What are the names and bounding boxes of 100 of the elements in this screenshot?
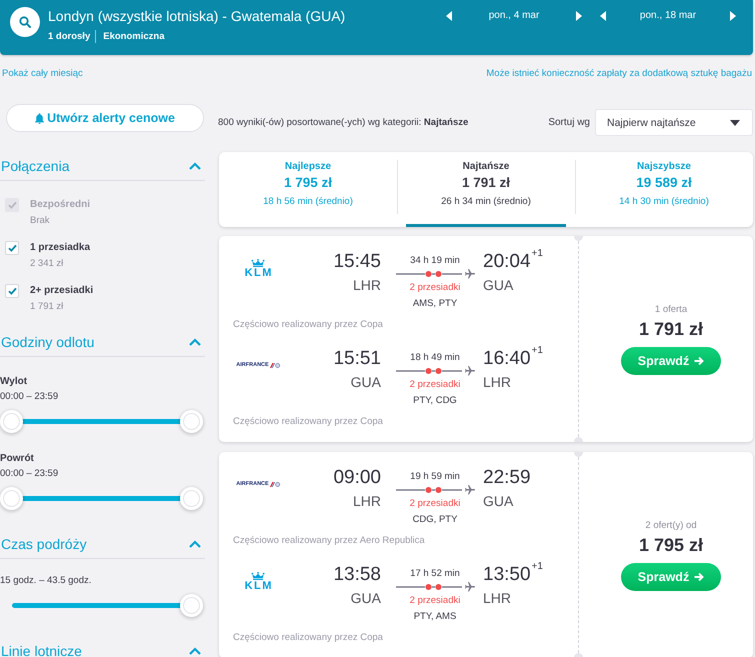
slider-thumb[interactable] bbox=[0, 487, 23, 510]
slider-range: 00:00 – 23:59 bbox=[0, 390, 58, 404]
slider-thumb[interactable] bbox=[0, 410, 23, 433]
slider-thumb[interactable] bbox=[180, 487, 203, 510]
price-alert-button[interactable]: Utwórz alerty cenowe bbox=[6, 104, 204, 132]
arrival-time: 20:04 bbox=[483, 251, 531, 273]
range-slider[interactable] bbox=[0, 487, 203, 510]
slider-thumb[interactable] bbox=[180, 410, 203, 433]
flight-duration: 17 h 52 min bbox=[410, 568, 460, 580]
check-icon bbox=[8, 287, 16, 295]
results-summary: 800 wyniki(-ów) posortowane(-ych) wg kategorii: Najtańsze bbox=[218, 117, 468, 128]
departure-time: 15:45 bbox=[333, 251, 381, 273]
sort-dropdown[interactable]: Najpierw najtańsze bbox=[595, 109, 753, 136]
arrival-time: 22:59 bbox=[483, 467, 531, 489]
operator-note: Częściowo realizowany przez Copa bbox=[233, 416, 383, 428]
day-offset: +1 bbox=[532, 249, 543, 259]
operator-note: Częściowo realizowany przez Copa bbox=[233, 319, 383, 331]
offer-count: 2 ofert(y) od bbox=[645, 520, 697, 532]
stops-count: 2 przesiadki bbox=[410, 282, 460, 294]
month-link[interactable]: Pokaż cały miesiąc bbox=[2, 68, 83, 80]
layover-airports: CDG, PTY bbox=[412, 514, 458, 526]
plane-icon bbox=[464, 366, 474, 376]
route-title: Londyn (wszystkie lotniska) - Gwatemala (GUA) bbox=[48, 7, 346, 25]
day-offset: +1 bbox=[532, 562, 543, 572]
stripes-emblem-icon bbox=[270, 362, 280, 368]
search-button[interactable] bbox=[10, 7, 40, 37]
plane-icon bbox=[464, 485, 474, 495]
departure-time: 15:51 bbox=[333, 348, 381, 370]
range-slider[interactable] bbox=[0, 410, 203, 433]
chevron-up-icon[interactable] bbox=[189, 646, 201, 654]
plane-icon bbox=[464, 269, 474, 279]
check-offer-button[interactable]: Sprawdź bbox=[621, 562, 721, 590]
layover-airports: AMS, PTY bbox=[412, 298, 458, 310]
chevron-up-icon[interactable] bbox=[189, 338, 201, 346]
airline-logo-text: KLM bbox=[244, 580, 273, 590]
departure-airport: GUA bbox=[350, 374, 381, 390]
baggage-fee-link[interactable]: Może istnieć konieczność zapłaty za dodatkową sztukę bagażu bbox=[486, 68, 752, 80]
arrow-right-icon bbox=[694, 356, 704, 366]
filter-option-label: 2+ przesiadki bbox=[30, 284, 94, 298]
operator-note: Częściowo realizowany przez Copa bbox=[233, 632, 383, 644]
filter-section-title: Godziny odlotu bbox=[1, 332, 94, 350]
checkbox[interactable] bbox=[5, 284, 19, 298]
filter-section-title: Linie lotnicze bbox=[1, 642, 82, 657]
route-line-icon bbox=[396, 270, 462, 278]
checkbox[interactable] bbox=[5, 241, 19, 255]
plane-icon bbox=[464, 582, 474, 592]
day-offset: +1 bbox=[532, 346, 543, 356]
filter-option-price: 1 791 zł bbox=[30, 300, 64, 314]
route-line-icon bbox=[396, 486, 462, 494]
departure-time: 13:58 bbox=[333, 564, 381, 586]
flight-duration: 34 h 19 min bbox=[410, 255, 460, 267]
offer-price: 1 795 zł bbox=[638, 534, 704, 556]
stops-count: 2 przesiadki bbox=[410, 379, 460, 391]
route-line-icon bbox=[396, 583, 462, 591]
crown-icon bbox=[251, 572, 265, 580]
check-icon bbox=[8, 244, 16, 252]
arrival-airport: LHR bbox=[483, 590, 512, 606]
slider-range: 15 godz. – 43.5 godz. bbox=[0, 574, 92, 588]
filter-section-title: Połączenia bbox=[1, 156, 70, 174]
stops-count: 2 przesiadki bbox=[410, 595, 460, 607]
slider-thumb[interactable] bbox=[180, 594, 203, 617]
caret-down-icon bbox=[730, 120, 740, 126]
arrival-airport: GUA bbox=[483, 277, 514, 293]
slider-label: Powrót bbox=[0, 452, 34, 466]
arrival-time: 13:50 bbox=[483, 564, 531, 586]
departure-airport: LHR bbox=[352, 277, 381, 293]
notch-icon bbox=[574, 452, 583, 457]
departure-time: 09:00 bbox=[333, 467, 381, 489]
filter-option-price: Brak bbox=[30, 214, 50, 228]
sort-tab[interactable]: Najtańsze 1 791 zł 26 h 34 min (średnio) bbox=[397, 152, 575, 227]
operator-note: Częściowo realizowany przez Aero Republica bbox=[233, 535, 425, 547]
caret-right-icon[interactable] bbox=[576, 11, 582, 21]
sort-tab[interactable]: Najszybsze 19 589 zł 14 h 30 min (średnio) bbox=[575, 152, 753, 227]
caret-left-icon[interactable] bbox=[446, 11, 452, 21]
chevron-up-icon[interactable] bbox=[189, 540, 201, 548]
crown-icon bbox=[251, 258, 265, 266]
date-label[interactable]: pon., 4 mar bbox=[452, 10, 576, 22]
caret-right-icon[interactable] bbox=[730, 11, 736, 21]
layover-airports: PTY, AMS bbox=[414, 611, 456, 623]
arrival-airport: LHR bbox=[483, 374, 512, 390]
check-icon bbox=[8, 201, 16, 209]
arrival-time: 16:40 bbox=[483, 348, 531, 370]
departure-airport: LHR bbox=[352, 493, 381, 509]
stops-count: 2 przesiadki bbox=[410, 498, 460, 510]
cabin-class: Ekonomiczna bbox=[102, 30, 164, 43]
flight-duration: 19 h 59 min bbox=[410, 471, 460, 483]
check-offer-button[interactable]: Sprawdź bbox=[621, 346, 721, 374]
filter-section-title: Czas podróży bbox=[1, 534, 87, 552]
offer-count: 1 oferta bbox=[654, 304, 688, 316]
sort-tab[interactable]: Najlepsze 1 795 zł 18 h 56 min (średnio) bbox=[219, 152, 397, 227]
filter-option-price: 2 341 zł bbox=[30, 257, 64, 271]
offer-price: 1 791 zł bbox=[638, 318, 704, 340]
arrival-airport: GUA bbox=[483, 493, 514, 509]
departure-airport: GUA bbox=[350, 590, 381, 606]
caret-left-icon[interactable] bbox=[600, 11, 606, 21]
notch-icon bbox=[574, 437, 583, 442]
sort-label: Sortuj wg bbox=[548, 117, 590, 128]
date-label[interactable]: pon., 18 mar bbox=[606, 10, 730, 22]
chevron-up-icon[interactable] bbox=[189, 162, 201, 170]
flight-duration: 18 h 49 min bbox=[410, 352, 460, 364]
